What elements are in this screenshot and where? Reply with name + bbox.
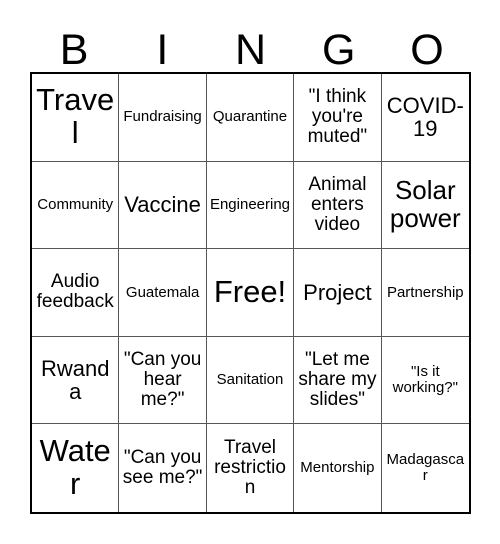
bingo-cell-label: Mentorship (300, 459, 375, 477)
bingo-card: B I N G O Travel Fundraising Quarantine … (0, 0, 500, 544)
bingo-cell-label: Engineering (209, 195, 291, 213)
bingo-cell-o2[interactable]: Solar power (381, 161, 469, 250)
bingo-cell-b1[interactable]: Travel (32, 74, 120, 162)
bingo-header-letter-b: B (59, 26, 89, 74)
bingo-cell-label: Vaccine (124, 192, 201, 218)
bingo-header-letter-g: G (321, 26, 356, 74)
bingo-cell-free-space[interactable]: Free! (206, 249, 295, 337)
bingo-header-row: B I N G O (30, 16, 471, 72)
bingo-cell-n5[interactable]: Travel restriction (206, 424, 295, 512)
bingo-cell-g3[interactable]: Project (294, 249, 382, 337)
bingo-cell-label: Partnership (386, 283, 464, 301)
bingo-cell-o5[interactable]: Madagascar (381, 424, 469, 512)
bingo-cell-i2[interactable]: Vaccine (119, 161, 207, 250)
bingo-cell-label: "Is it working?" (392, 363, 458, 397)
bingo-cell-b4[interactable]: Rwanda (32, 336, 120, 425)
bingo-header-letter-n: N (234, 26, 267, 74)
bingo-cell-label: Guatemala (125, 283, 200, 301)
bingo-cell-g5[interactable]: Mentorship (294, 424, 382, 512)
bingo-cell-o3[interactable]: Partnership (381, 249, 469, 337)
bingo-cell-label: "Can you hear me?" (123, 348, 202, 411)
bingo-header-letter-i: I (156, 26, 169, 74)
bingo-cell-label: Quarantine (212, 108, 288, 126)
bingo-cell-label: Community (37, 195, 114, 213)
bingo-grid: Travel Fundraising Quarantine "I think y… (30, 72, 471, 514)
bingo-cell-i4[interactable]: "Can you hear me?" (119, 336, 207, 425)
bingo-cell-b3[interactable]: Audio feedback (32, 249, 120, 337)
bingo-cell-label: Travel restriction (214, 437, 286, 499)
bingo-cell-g1[interactable]: "I think you're muted" (294, 74, 382, 162)
bingo-cell-label: Rwanda (40, 355, 110, 405)
bingo-cell-label: "Let me share my slides" (298, 348, 377, 411)
bingo-cell-g4[interactable]: "Let me share my slides" (294, 336, 382, 425)
bingo-cell-label: "Can you see me?" (122, 447, 203, 489)
bingo-cell-label: Project (303, 279, 372, 305)
bingo-cell-n2[interactable]: Engineering (206, 161, 295, 250)
bingo-cell-label: Sanitation (216, 371, 284, 389)
bingo-cell-i5[interactable]: "Can you see me?" (119, 424, 207, 512)
bingo-cell-label: Animal enters video (308, 173, 367, 235)
bingo-cell-o1[interactable]: COVID-19 (381, 74, 469, 162)
bingo-cell-label: Travel (36, 82, 115, 151)
bingo-cell-label: Solar power (389, 175, 461, 233)
bingo-cell-label: Madagascar (386, 451, 465, 485)
bingo-cell-label: COVID-19 (386, 92, 464, 142)
bingo-cell-o4[interactable]: "Is it working?" (381, 336, 469, 425)
bingo-cell-n1[interactable]: Quarantine (206, 74, 295, 162)
bingo-cell-b2[interactable]: Community (32, 161, 120, 250)
bingo-header-letter-o: O (410, 26, 444, 74)
bingo-cell-label: Fundraising (123, 108, 202, 126)
bingo-cell-g2[interactable]: Animal enters video (294, 161, 382, 250)
bingo-cell-i1[interactable]: Fundraising (119, 74, 207, 162)
bingo-cell-i3[interactable]: Guatemala (119, 249, 207, 337)
bingo-cell-label: Water (39, 433, 111, 502)
bingo-cell-b5[interactable]: Water (32, 424, 120, 512)
bingo-cell-label: "I think you're muted" (307, 86, 368, 148)
bingo-cell-label: Audio feedback (36, 271, 114, 313)
bingo-cell-label: Free! (213, 274, 287, 310)
bingo-cell-n4[interactable]: Sanitation (206, 336, 295, 425)
